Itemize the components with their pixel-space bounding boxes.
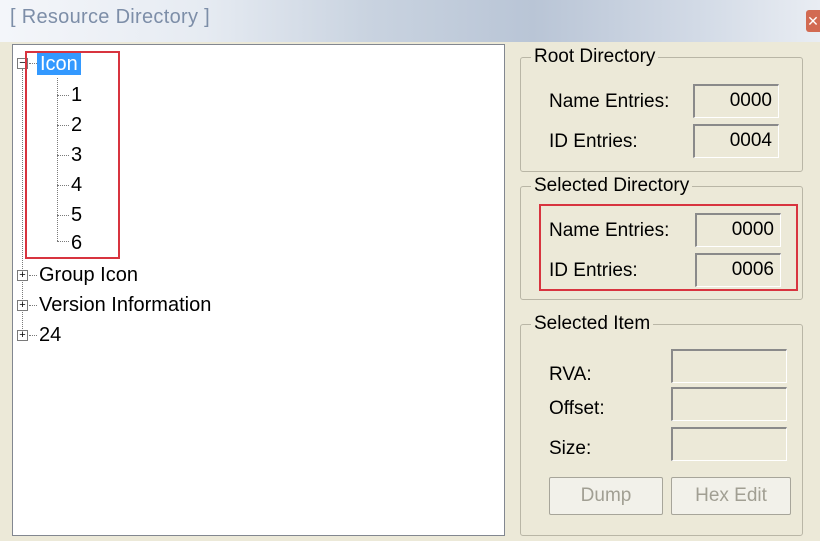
group-title: Selected Item [531,312,654,336]
dump-button[interactable]: Dump [549,477,663,515]
group-title: Root Directory [531,45,659,69]
root-directory-group: Root Directory Name Entries: 0000 ID Ent… [520,45,803,172]
tree-item-24[interactable]: 24 [39,320,61,350]
rva-label: RVA: [549,364,592,385]
offset-field[interactable] [671,387,787,421]
tree-connector [29,335,37,336]
tree-item-label: 24 [39,324,62,346]
selected-item-group: Selected Item RVA: Offset: Size: Dump He… [520,312,803,536]
expand-icon[interactable]: + [17,300,28,311]
size-field[interactable] [671,427,787,461]
name-entries-value: 0000 [693,84,779,118]
tree-connector [29,275,37,276]
size-label: Size: [549,438,592,459]
tree-item-label: Version Information [39,294,212,316]
highlight-box [25,51,120,259]
name-entries-label: Name Entries: [549,91,670,112]
expand-icon[interactable]: + [17,270,28,281]
offset-label: Offset: [549,398,605,419]
hex-edit-button[interactable]: Hex Edit [671,477,791,515]
tree-item-label: Group Icon [39,264,138,286]
close-icon[interactable]: ✕ [806,10,820,32]
rva-field[interactable] [671,349,787,383]
selected-directory-group: Selected Directory Name Entries: 0000 ID… [520,174,803,300]
tree-item-version-information[interactable]: Version Information [39,290,211,320]
group-title: Selected Directory [531,174,693,198]
tree-item-group-icon[interactable]: Group Icon [39,260,138,290]
highlight-box [539,204,798,291]
id-entries-value: 0004 [693,124,779,158]
window-title: [ Resource Directory ] [10,6,210,28]
expand-icon[interactable]: + [17,330,28,341]
resource-tree[interactable]: − Icon 1 2 3 4 5 6 + Group Icon + Versio… [12,44,505,536]
title-bar: [ Resource Directory ] ✕ [0,0,820,42]
id-entries-label: ID Entries: [549,131,638,152]
tree-connector [29,305,37,306]
